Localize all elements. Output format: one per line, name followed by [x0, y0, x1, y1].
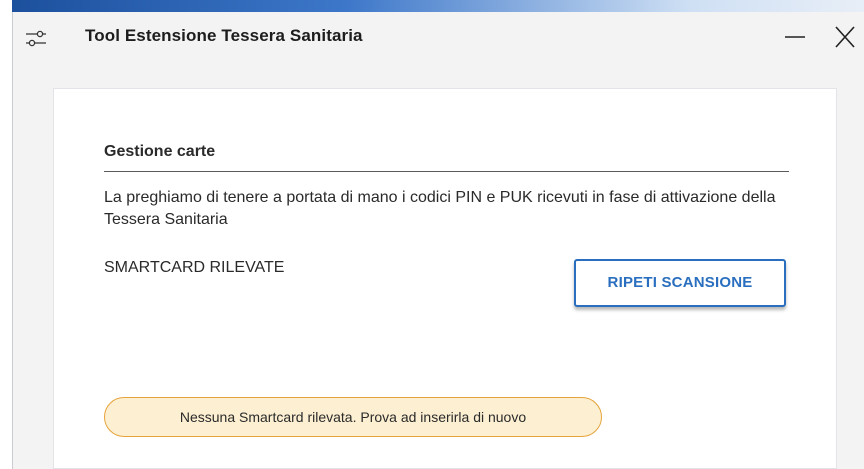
window-title: Tool Estensione Tessera Sanitaria: [85, 26, 363, 45]
close-button[interactable]: [825, 20, 864, 54]
background-app-edge: [0, 0, 12, 469]
minimize-icon: [785, 36, 805, 38]
title-bar[interactable]: Tool Estensione Tessera Sanitaria: [13, 12, 864, 64]
no-smartcard-alert: Nessuna Smartcard rilevata. Prova ad ins…: [104, 397, 602, 437]
section-divider: [104, 171, 789, 172]
smartcard-detected-label: SMARTCARD RILEVATE: [104, 259, 285, 276]
rescan-button[interactable]: RIPETI SCANSIONE: [574, 259, 786, 307]
close-icon: [835, 26, 855, 48]
dialog-window: Tool Estensione Tessera Sanitaria Gestio…: [12, 12, 864, 469]
instructions-text: La preghiamo di tenere a portata di mano…: [104, 189, 776, 228]
card-management-panel: Gestione carte La preghiamo di tenere a …: [53, 88, 837, 469]
minimize-button[interactable]: [775, 20, 815, 54]
section-title: Gestione carte: [104, 143, 216, 160]
sliders-icon: [25, 29, 47, 49]
